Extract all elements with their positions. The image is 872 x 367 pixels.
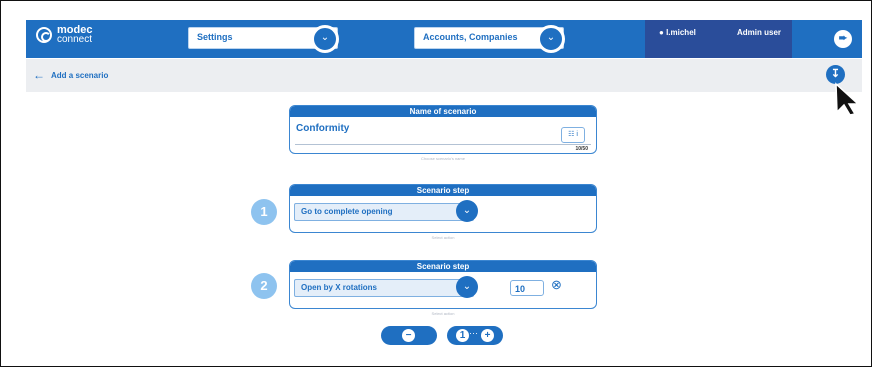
chevron-down-icon[interactable]: ⌄ xyxy=(537,25,565,53)
back-label: Add a scenario xyxy=(51,70,109,80)
step-one-icon: 1 xyxy=(456,329,469,342)
logo-icon xyxy=(36,27,52,43)
step-number-badge: 1 xyxy=(251,199,277,225)
step-number-badge: 2 xyxy=(251,273,277,299)
scenario-step-title: Scenario step xyxy=(290,185,596,196)
step-action-select[interactable]: Go to complete opening ⌄ xyxy=(294,200,478,222)
top-bar: modec connect Settings ⌄ Accounts, Compa… xyxy=(26,20,862,58)
accounts-companies-select[interactable]: Accounts, Companies ⌄ xyxy=(414,25,565,53)
sub-bar: ← Add a scenario ↧ xyxy=(26,59,862,92)
scenario-step-card: Scenario step Open by X rotations ⌄ 10 ⊗ xyxy=(289,260,597,309)
step-hint: Select action xyxy=(431,235,455,240)
scenario-name-title: Name of scenario xyxy=(290,106,596,117)
mouse-cursor-icon xyxy=(835,82,860,116)
chevron-down-icon[interactable]: ⌄ xyxy=(456,276,478,298)
settings-select-label: Settings xyxy=(197,32,233,42)
step-action-label: Open by X rotations xyxy=(301,283,378,292)
scenario-step-card: Scenario step Go to complete opening ⌄ xyxy=(289,184,597,233)
user-name: l.michel xyxy=(666,28,696,37)
user-role: Admin user xyxy=(737,28,782,37)
settings-select[interactable]: Settings ⌄ xyxy=(188,25,339,53)
chevron-down-icon[interactable]: ⌄ xyxy=(456,200,478,222)
rotation-icon[interactable]: ⊗ xyxy=(551,277,562,293)
add-step-button[interactable]: 1 ··· + xyxy=(447,326,503,345)
arrow-left-icon: ← xyxy=(33,68,45,82)
step-action-select[interactable]: Open by X rotations ⌄ xyxy=(294,276,478,298)
scenario-step-title: Scenario step xyxy=(290,261,596,272)
scenario-name-card: Name of scenario Conformity ☷ i 10/50 xyxy=(289,105,597,154)
logo-text-line2: connect xyxy=(57,34,93,45)
app-frame: modec connect Settings ⌄ Accounts, Compa… xyxy=(0,0,872,367)
logo[interactable]: modec connect xyxy=(36,25,93,45)
scenario-name-hint: Choose scenario's name xyxy=(421,156,465,161)
scenario-name-input[interactable]: Conformity xyxy=(296,123,349,134)
input-underline xyxy=(295,144,591,145)
keyboard-icon[interactable]: ☷ i xyxy=(561,127,585,143)
chevron-down-icon[interactable]: ⌄ xyxy=(311,25,339,53)
character-counter: 10/50 xyxy=(575,146,588,152)
user-icon: ● xyxy=(659,28,664,37)
user-menu[interactable]: ● l.michel Admin user xyxy=(645,20,792,58)
logout-icon[interactable]: ➨ xyxy=(834,30,852,48)
step-hint: Select action xyxy=(431,311,455,316)
accounts-companies-select-label: Accounts, Companies xyxy=(423,32,518,42)
plus-icon: + xyxy=(481,329,494,342)
remove-step-button[interactable]: − xyxy=(381,326,437,345)
rotations-input[interactable]: 10 xyxy=(510,280,544,296)
back-link[interactable]: ← Add a scenario xyxy=(33,68,108,82)
step-action-label: Go to complete opening xyxy=(301,207,393,216)
minus-icon: − xyxy=(402,329,415,342)
